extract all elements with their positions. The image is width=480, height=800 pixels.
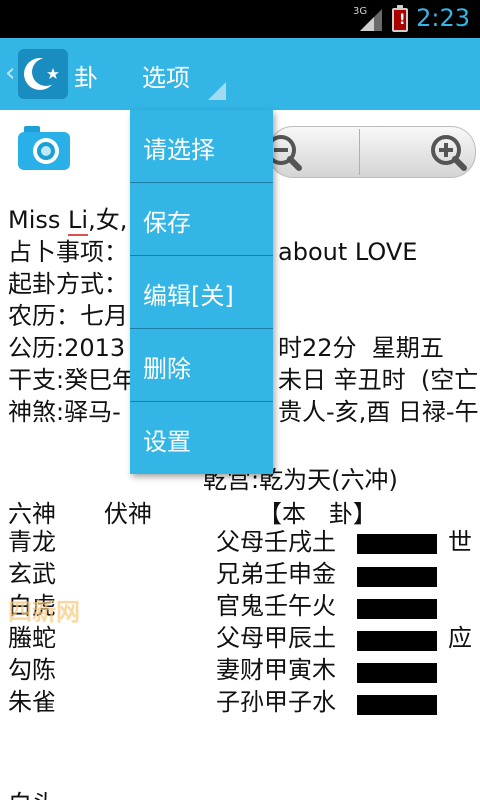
zoom-controls [266, 126, 476, 178]
camera-button[interactable] [16, 122, 72, 174]
row-yao: 兄弟壬申金 [216, 560, 336, 588]
info-subject-label: 占卜事项： [8, 238, 128, 266]
info-line-method: 起卦方式： [8, 270, 128, 298]
menu-item-label: 保存 [143, 209, 191, 237]
info-line-solar: 公历:2013 [8, 334, 126, 362]
info-solar-tail: 时22分 星期五 [278, 334, 444, 362]
yang-line [357, 631, 437, 651]
info-ganzhi-tail: 未日 辛丑时 (空亡 [278, 366, 479, 394]
zoom-out-icon [266, 135, 302, 171]
status-time: 2:23 [416, 4, 470, 32]
signal-icon [360, 9, 382, 31]
info-name-suffix: ,女, [88, 206, 128, 234]
row-god: 朱雀 [8, 688, 56, 716]
yang-line [357, 567, 437, 587]
info-line-subject: 占卜事项： [8, 236, 128, 268]
info-line-name: Miss Li,女, [8, 204, 127, 236]
yang-line [357, 599, 437, 619]
info-shensha-tail: 贵人-亥,酉 日禄-午 [278, 398, 479, 426]
yang-line [357, 695, 437, 715]
zoom-out-button[interactable] [266, 127, 359, 177]
options-dropdown: 请选择 保存 编辑[关] 删除 设置 [130, 110, 273, 474]
row-god: 青龙 [8, 528, 56, 556]
row-yao: 子孙甲子水 [216, 688, 336, 716]
info-line-ganzhi: 干支:癸巳年 [8, 366, 137, 394]
dropdown-corner-icon [208, 82, 226, 100]
battery-icon: ! [392, 5, 408, 32]
info-line-lunar: 农历：七月 [8, 302, 128, 330]
menu-item-label: 编辑[关] [143, 282, 234, 310]
menu-item-select[interactable]: 请选择 [130, 110, 273, 182]
menu-item-label: 删除 [143, 355, 191, 383]
menu-item-delete[interactable]: 删除 [130, 329, 273, 401]
row-yao: 父母甲辰土 [216, 624, 336, 652]
row-yao: 妻财甲寅木 [216, 656, 336, 684]
menu-item-label: 设置 [143, 428, 191, 456]
menu-item-label: 请选择 [143, 136, 215, 164]
row-god: 勾陈 [8, 656, 56, 684]
chevron-left-icon[interactable]: ‹ [5, 58, 15, 88]
header-bengua: 【本 卦】 [258, 500, 377, 528]
row-mark: 世 [448, 528, 472, 556]
row-god: 玄武 [8, 560, 56, 588]
menu-item-edit[interactable]: 编辑[关] [130, 256, 273, 328]
zoom-in-button[interactable] [360, 127, 475, 177]
watermark: 四新网 [8, 598, 80, 626]
action-bar: ‹ 卦 选项 [0, 38, 480, 110]
row-mark: 应 [448, 624, 472, 652]
header-liushen: 六神 [8, 500, 56, 528]
info-name-prefix: Miss [8, 206, 69, 234]
row-yao: 父母壬戌土 [216, 528, 336, 556]
yang-line [357, 663, 437, 683]
bottom-text-fragment: 白头 [8, 784, 56, 800]
header-fushen: 伏神 [104, 500, 152, 528]
camera-icon [18, 126, 70, 170]
yang-line [357, 534, 437, 554]
menu-item-settings[interactable]: 设置 [130, 402, 273, 474]
status-bar: 3G ! 2:23 [0, 0, 480, 38]
app-title: 卦 [74, 64, 98, 92]
info-subject-value: about LOVE [278, 238, 418, 266]
options-menu-button[interactable]: 选项 [142, 58, 190, 93]
info-line-shensha: 神煞:驿马- [8, 398, 121, 426]
menu-item-save[interactable]: 保存 [130, 183, 273, 255]
row-yao: 官鬼壬午火 [216, 592, 336, 620]
info-name: Li [68, 206, 89, 236]
crescent-star-logo-icon[interactable] [18, 49, 68, 99]
zoom-in-icon [431, 135, 467, 171]
